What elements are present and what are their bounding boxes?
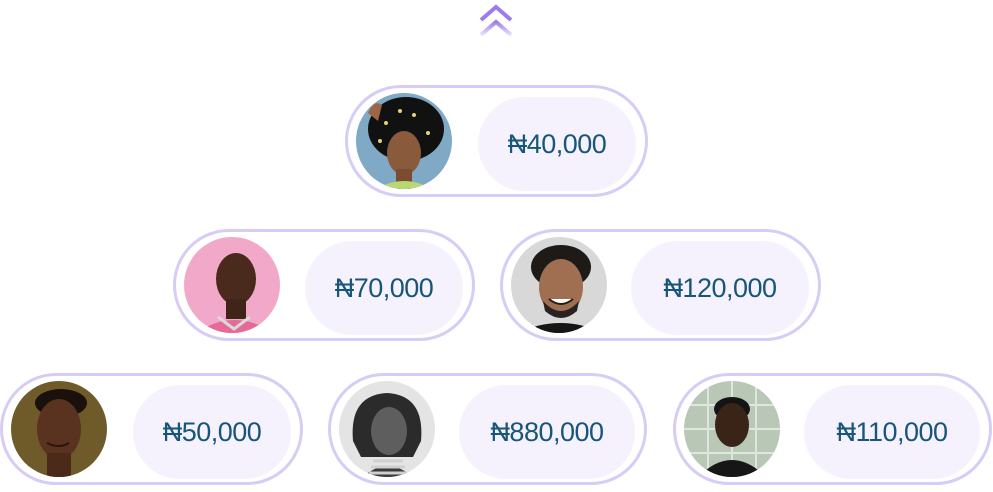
contribution-card[interactable]: ₦120,000 — [500, 229, 821, 341]
woman-curly-hair-avatar — [356, 93, 452, 189]
contribution-card[interactable]: ₦880,000 — [328, 373, 647, 485]
amount-pill: ₦110,000 — [804, 385, 980, 479]
amount-pill: ₦70,000 — [305, 241, 463, 335]
contribution-card[interactable]: ₦70,000 — [173, 229, 475, 341]
woman-bob-hair-avatar — [339, 381, 435, 477]
amount-pill: ₦880,000 — [459, 385, 635, 479]
contribution-card[interactable]: ₦40,000 — [345, 85, 648, 197]
man-tiled-wall-avatar — [684, 381, 780, 477]
contribution-card[interactable]: ₦110,000 — [673, 373, 992, 485]
contribution-card[interactable]: ₦50,000 — [0, 373, 303, 485]
bald-man-pink-background-avatar — [184, 237, 280, 333]
double-chevron-up-icon[interactable] — [476, 2, 516, 42]
man-portrait-avatar — [11, 381, 107, 477]
smiling-man-curly-hair-avatar — [511, 237, 607, 333]
amount-pill: ₦120,000 — [631, 241, 809, 335]
amount-pill: ₦40,000 — [478, 97, 636, 191]
amount-pill: ₦50,000 — [133, 385, 291, 479]
